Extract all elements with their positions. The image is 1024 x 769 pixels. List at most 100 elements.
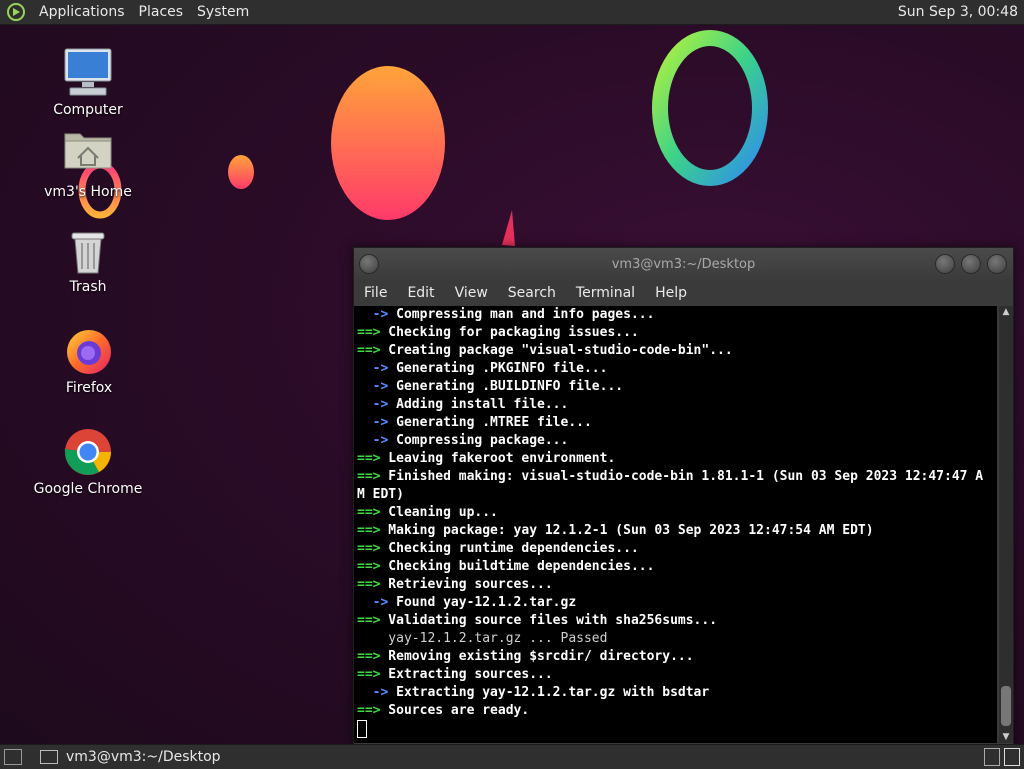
desktop-icon-computer[interactable]: Computer [33, 46, 143, 118]
terminal-scrollbar[interactable]: ▲ ▼ [999, 306, 1013, 743]
taskbar-task-label: vm3@vm3:~/Desktop [66, 749, 221, 765]
window-menu-button[interactable] [359, 254, 379, 274]
desktop-icon-home[interactable]: vm3's Home [33, 128, 143, 200]
scroll-down-arrow-icon[interactable]: ▼ [999, 731, 1013, 743]
terminal-line: ==> Checking buildtime dependencies... [357, 558, 997, 576]
workspace-1[interactable] [984, 748, 1000, 766]
terminal-line: -> Found yay-12.1.2.tar.gz [357, 594, 997, 612]
terminal-line-prefix: ==> [357, 523, 381, 538]
desktop-icon-label: vm3's Home [44, 184, 132, 200]
terminal-output[interactable]: -> Compressing man and info pages... ==> … [354, 306, 997, 743]
terminal-line-prefix: ==> [357, 613, 381, 628]
close-button[interactable] [987, 254, 1007, 274]
terminal-line-text: Removing existing $srcdir/ directory... [380, 649, 694, 664]
terminal-line-text: Making package: yay 12.1.2-1 (Sun 03 Sep… [380, 523, 874, 538]
terminal-line: -> Compressing man and info pages... [357, 306, 997, 324]
minimize-button[interactable] [935, 254, 955, 274]
terminal-line: -> Generating .BUILDINFO file... [357, 378, 997, 396]
workspace-2[interactable] [1004, 748, 1020, 766]
terminal-line-text: yay-12.1.2.tar.gz ... Passed [357, 631, 608, 646]
terminal-line-prefix: ==> [357, 469, 381, 484]
terminal-line: -> Adding install file... [357, 396, 997, 414]
menu-system[interactable]: System [190, 4, 256, 20]
terminal-line-text: Compressing man and info pages... [388, 307, 655, 322]
terminal-menubar: File Edit View Search Terminal Help [354, 280, 1013, 306]
menu-edit[interactable]: Edit [397, 285, 444, 301]
terminal-line-prefix: ==> [357, 325, 381, 340]
desktop-icon-chrome[interactable]: Google Chrome [33, 427, 143, 497]
terminal-line-prefix: ==> [357, 343, 381, 358]
terminal-line-text: Sources are ready. [380, 703, 530, 718]
terminal-prompt-line [357, 720, 997, 739]
terminal-line-text: Generating .BUILDINFO file... [388, 379, 624, 394]
terminal-cursor [357, 720, 367, 738]
menu-terminal[interactable]: Terminal [566, 285, 645, 301]
terminal-line-text: Validating source files with sha256sums.… [380, 613, 718, 628]
menu-help[interactable]: Help [645, 285, 697, 301]
terminal-line-prefix: ==> [357, 667, 381, 682]
maximize-button[interactable] [961, 254, 981, 274]
desktop-icon-firefox[interactable]: Firefox [34, 326, 144, 396]
terminal-line: -> Extracting yay-12.1.2.tar.gz with bsd… [357, 684, 997, 702]
computer-icon [62, 46, 114, 98]
terminal-line-prefix: -> [357, 307, 389, 322]
menu-search[interactable]: Search [498, 285, 566, 301]
terminal-task-icon [40, 750, 58, 764]
firefox-icon [63, 326, 115, 376]
terminal-line-text: Found yay-12.1.2.tar.gz [388, 595, 577, 610]
menu-applications[interactable]: Applications [32, 4, 132, 20]
terminal-line: -> Compressing package... [357, 432, 997, 450]
terminal-line: ==> Creating package "visual-studio-code… [357, 342, 997, 360]
scroll-up-arrow-icon[interactable]: ▲ [999, 306, 1013, 318]
terminal-line: ==> Checking runtime dependencies... [357, 540, 997, 558]
desktop-icon-label: Trash [69, 279, 107, 295]
terminal-lines: -> Compressing man and info pages... ==> … [354, 306, 997, 739]
terminal-line-text: Compressing package... [388, 433, 569, 448]
desktop-icon-trash[interactable]: Trash [33, 229, 143, 295]
menu-places[interactable]: Places [132, 4, 191, 20]
terminal-line-text: M EDT) [357, 487, 404, 502]
terminal-line-text: Generating .PKGINFO file... [388, 361, 608, 376]
terminal-line-text: Finished making: visual-studio-code-bin … [380, 469, 984, 484]
desktop-icon-label: Google Chrome [33, 481, 143, 497]
terminal-line-prefix: ==> [357, 649, 381, 664]
terminal-line-prefix: -> [357, 361, 389, 376]
terminal-line-text: Cleaning up... [380, 505, 498, 520]
terminal-line: ==> Finished making: visual-studio-code-… [357, 468, 997, 486]
terminal-line-text: Extracting yay-12.1.2.tar.gz with bsdtar [388, 685, 710, 700]
terminal-title: vm3@vm3:~/Desktop [611, 256, 756, 272]
terminal-line-text: Generating .MTREE file... [388, 415, 592, 430]
clock[interactable]: Sun Sep 3, 00:48 [898, 0, 1018, 24]
terminal-line-prefix: -> [357, 379, 389, 394]
terminal-line: -> Generating .PKGINFO file... [357, 360, 997, 378]
menu-view[interactable]: View [445, 285, 498, 301]
distro-logo-icon[interactable] [6, 2, 26, 22]
terminal-line: yay-12.1.2.tar.gz ... Passed [357, 630, 997, 648]
taskbar-terminal-task[interactable]: vm3@vm3:~/Desktop [40, 745, 229, 769]
terminal-window[interactable]: vm3@vm3:~/Desktop File Edit View Search … [353, 247, 1014, 746]
terminal-line: -> Generating .MTREE file... [357, 414, 997, 432]
terminal-line: ==> Retrieving sources... [357, 576, 997, 594]
terminal-line: ==> Removing existing $srcdir/ directory… [357, 648, 997, 666]
terminal-line-text: Checking for packaging issues... [380, 325, 639, 340]
terminal-line-prefix: ==> [357, 577, 381, 592]
show-desktop-icon[interactable] [4, 749, 22, 765]
terminal-line-prefix: ==> [357, 559, 381, 574]
terminal-line: ==> Leaving fakeroot environment. [357, 450, 997, 468]
terminal-line-text: Leaving fakeroot environment. [380, 451, 616, 466]
terminal-line-prefix: -> [357, 415, 389, 430]
terminal-line-text: Adding install file... [388, 397, 569, 412]
terminal-line-prefix: -> [357, 595, 389, 610]
terminal-line-prefix: -> [357, 397, 389, 412]
terminal-titlebar[interactable]: vm3@vm3:~/Desktop [354, 248, 1013, 280]
desktop-icon-label: Firefox [65, 380, 113, 396]
scroll-thumb[interactable] [1001, 686, 1011, 726]
terminal-line: ==> Validating source files with sha256s… [357, 612, 997, 630]
menu-file[interactable]: File [354, 285, 397, 301]
terminal-line-text: Creating package "visual-studio-code-bin… [380, 343, 733, 358]
terminal-line-prefix: ==> [357, 505, 381, 520]
terminal-line-text: Retrieving sources... [380, 577, 553, 592]
top-panel: Applications Places System Sun Sep 3, 00… [0, 0, 1024, 25]
terminal-line-text: Checking buildtime dependencies... [380, 559, 655, 574]
terminal-line-prefix: ==> [357, 451, 381, 466]
